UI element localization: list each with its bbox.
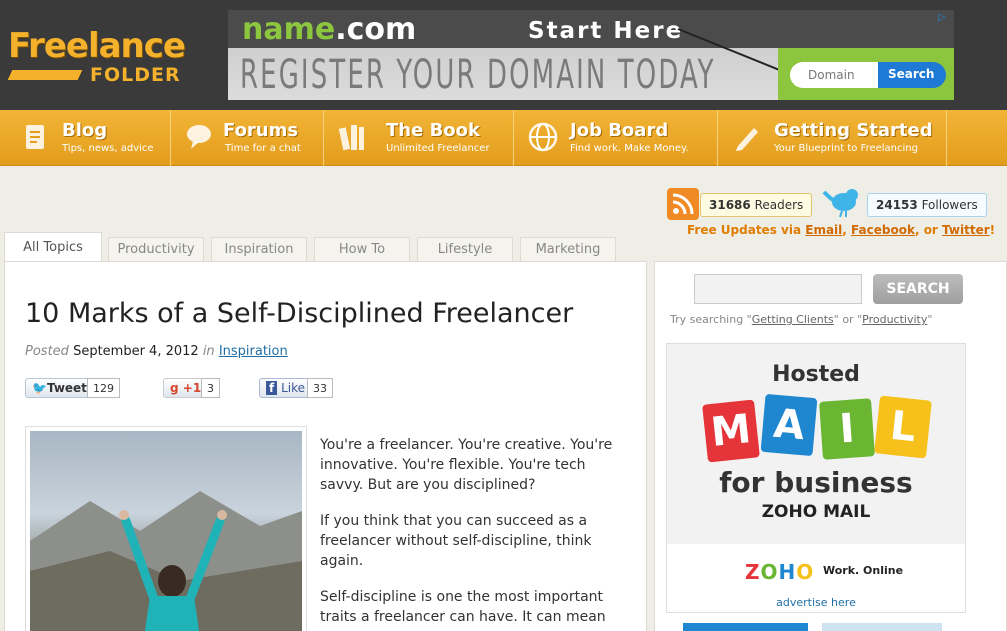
nav-title: Getting Started xyxy=(774,120,933,141)
mail-letter-blocks: M A I L xyxy=(702,393,935,463)
nav-subtitle: Your Blueprint to Freelancing xyxy=(774,143,918,154)
ad-tagline: REGISTER YOUR DOMAIN TODAY xyxy=(240,52,716,98)
logo-underline-graphic xyxy=(7,70,83,80)
books-icon xyxy=(338,125,364,151)
zoho-brand-row: ZOHO Work. Online xyxy=(667,550,965,590)
twitter-followers-count: 24153 Followers xyxy=(867,193,987,217)
logo-word-freelance: Freelance xyxy=(8,26,186,66)
ad-domain-input[interactable]: Domain xyxy=(790,62,882,88)
zoho-mail-ad[interactable]: Hosted M A I L for business ZOHO MAIL ZO… xyxy=(666,343,966,613)
search-button[interactable]: SEARCH xyxy=(873,274,963,304)
nav-title: Job Board xyxy=(570,120,669,141)
nav-title: Forums xyxy=(223,120,299,141)
ad-hosted-text: Hosted xyxy=(772,362,860,387)
sidebar-next-item xyxy=(822,623,942,631)
post-image xyxy=(25,426,307,631)
twitter-bird-icon[interactable] xyxy=(822,186,862,218)
nav-item-job-board[interactable]: Job Board Find work. Make Money. xyxy=(514,110,718,166)
suggestion-productivity[interactable]: Productivity xyxy=(862,313,927,326)
ad-choices-icon[interactable]: ▷ xyxy=(938,12,952,26)
suggestion-getting-clients[interactable]: Getting Clients xyxy=(752,313,834,326)
nav-item-the-book[interactable]: The Book Unlimited Freelancer xyxy=(324,110,514,166)
letter-block: I xyxy=(819,398,875,460)
letter-block: L xyxy=(874,395,932,459)
post-title[interactable]: 10 Marks of a Self-Disciplined Freelance… xyxy=(25,298,573,329)
site-header: Freelance FOLDER name.com Start Here REG… xyxy=(0,0,1007,110)
advertise-here-link[interactable]: advertise here xyxy=(667,596,965,609)
zoho-tagline: Work. Online xyxy=(823,564,904,577)
search-suggestions: Try searching "Getting Clients" or "Prod… xyxy=(670,313,933,326)
ad-brand: name.com xyxy=(242,12,417,47)
tab-lifestyle[interactable]: Lifestyle xyxy=(417,237,513,261)
header-ad-banner[interactable]: name.com Start Here REGISTER YOUR DOMAIN… xyxy=(228,10,954,100)
facebook-like-button[interactable]: f Like xyxy=(259,378,312,398)
ad-search-button[interactable]: Search xyxy=(878,62,946,88)
letter-block: M xyxy=(702,399,760,463)
post-paragraph: Self-discipline is one the most importan… xyxy=(320,589,606,625)
nav-title: Blog xyxy=(62,120,108,141)
rss-readers-count: 31686 Readers xyxy=(700,193,813,217)
nav-item-forums[interactable]: Forums Time for a chat xyxy=(171,110,324,166)
sidebar-next-item xyxy=(683,623,808,631)
logo-word-folder: FOLDER xyxy=(90,64,181,86)
globe-icon xyxy=(528,122,558,152)
ad-for-business-text: for business xyxy=(719,466,913,499)
nav-item-getting-started[interactable]: Getting Started Your Blueprint to Freela… xyxy=(718,110,947,166)
ad-headline: Start Here xyxy=(528,18,684,44)
tab-inspiration[interactable]: Inspiration xyxy=(211,237,307,261)
tab-productivity[interactable]: Productivity xyxy=(108,237,204,261)
rss-icon[interactable] xyxy=(667,188,699,220)
zoho-logo: ZOHO xyxy=(745,560,815,584)
site-logo[interactable]: Freelance FOLDER xyxy=(7,26,193,92)
tab-how-to[interactable]: How To xyxy=(314,237,410,261)
post-meta: Posted September 4, 2012 in Inspiration xyxy=(25,344,288,359)
letter-block: A xyxy=(760,393,818,457)
nav-subtitle: Time for a chat xyxy=(225,143,301,154)
nav-item-blog[interactable]: Blog Tips, news, advice xyxy=(6,110,171,166)
nav-subtitle: Tips, news, advice xyxy=(62,143,154,154)
free-updates-line: Free Updates via Email, Facebook, or Twi… xyxy=(687,223,996,237)
tab-marketing[interactable]: Marketing xyxy=(520,237,616,261)
tab-all-topics[interactable]: All Topics xyxy=(4,232,102,262)
nav-subtitle: Unlimited Freelancer xyxy=(386,143,490,154)
mountain-scene-graphic xyxy=(30,491,302,631)
speech-bubbles-icon xyxy=(187,125,211,149)
main-nav: Blog Tips, news, advice Forums Time for … xyxy=(0,110,1007,166)
tweet-button[interactable]: 🐦Tweet xyxy=(25,378,94,398)
plusone-count: 3 xyxy=(201,378,220,398)
nav-title: The Book xyxy=(386,120,480,141)
document-icon xyxy=(26,125,44,149)
facebook-like-count: 33 xyxy=(307,378,333,398)
tweet-count: 129 xyxy=(87,378,120,398)
ad-product-name: ZOHO MAIL xyxy=(761,502,871,522)
twitter-link[interactable]: Twitter xyxy=(942,223,990,237)
search-input[interactable] xyxy=(694,274,862,304)
pencil-icon xyxy=(736,128,758,151)
post-container: 10 Marks of a Self-Disciplined Freelance… xyxy=(4,261,647,631)
nav-subtitle: Find work. Make Money. xyxy=(570,143,689,154)
email-link[interactable]: Email xyxy=(805,223,842,237)
facebook-link[interactable]: Facebook xyxy=(851,223,915,237)
post-category-link[interactable]: Inspiration xyxy=(219,344,288,359)
post-paragraph: If you think that you can succeed as a f… xyxy=(320,513,592,569)
post-paragraph: You're a freelancer. You're creative. Yo… xyxy=(320,437,613,493)
